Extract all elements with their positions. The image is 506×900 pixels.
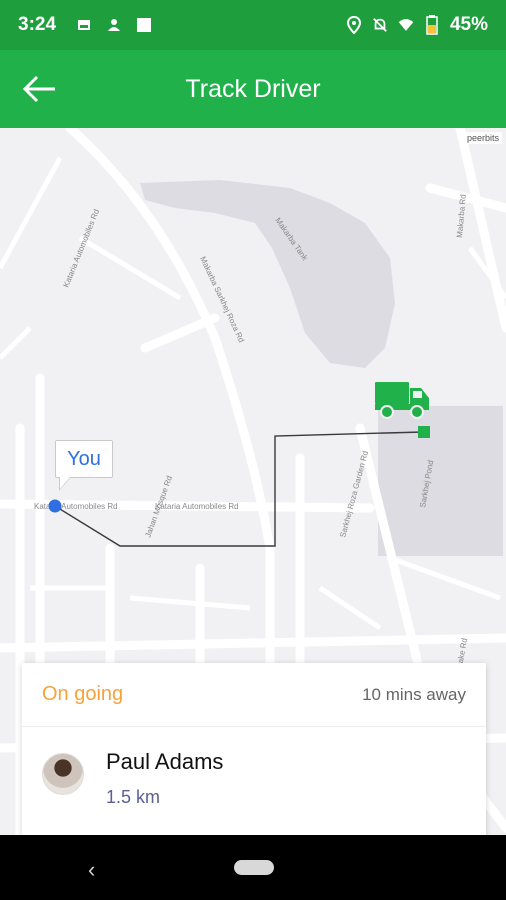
pond-area	[378, 406, 503, 556]
status-bar: 3:24 45%	[0, 0, 506, 50]
image-icon	[76, 17, 92, 33]
road-label-1: Kataria Automobiles Rd	[34, 502, 118, 511]
page-title: Track Driver	[185, 74, 321, 103]
map-attribution[interactable]: peerbits	[463, 132, 502, 144]
back-button[interactable]	[22, 74, 58, 104]
road-label-6: Sarkhej Roza Garden Rd	[338, 450, 370, 539]
driver-card: On going 10 mins away Paul Adams 1.5 km	[22, 663, 486, 863]
mute-icon	[372, 17, 388, 33]
eta-text: 10 mins away	[362, 684, 466, 704]
you-label-bubble: You	[55, 440, 113, 491]
road-label-4: Makarba Sarkhej Roza Rd	[198, 255, 246, 344]
driver-distance: 1.5 km	[106, 787, 161, 807]
lake-area	[140, 180, 395, 368]
battery-percent: 45%	[449, 14, 488, 35]
road-label-9: Makarba Rd	[455, 194, 468, 238]
driver-name: Paul Adams	[106, 749, 224, 774]
avatar[interactable]	[42, 753, 84, 795]
app-bar: Track Driver	[0, 50, 506, 128]
location-icon	[346, 16, 362, 34]
card-header: On going 10 mins away	[22, 663, 486, 727]
driver-info: Paul Adams 1.5 km	[106, 747, 223, 808]
system-nav-bar: ‹	[0, 835, 506, 900]
battery-icon	[424, 15, 440, 35]
status-time: 3:24	[18, 14, 57, 35]
home-pill-button[interactable]	[234, 860, 274, 875]
status-left-icons	[76, 17, 152, 33]
destination-marker	[418, 426, 430, 438]
square-icon	[136, 17, 152, 33]
road-label-2: Kataria Automobiles Rd	[155, 502, 239, 511]
driver-row[interactable]: Paul Adams 1.5 km	[22, 727, 486, 828]
person-icon	[106, 17, 122, 33]
you-location-marker	[48, 499, 62, 513]
status-right: 45%	[346, 14, 488, 36]
trip-status: On going	[42, 683, 124, 705]
wifi-icon	[398, 17, 414, 33]
chevron-left-icon[interactable]: ‹	[88, 857, 95, 883]
arrow-left-icon	[22, 75, 55, 103]
